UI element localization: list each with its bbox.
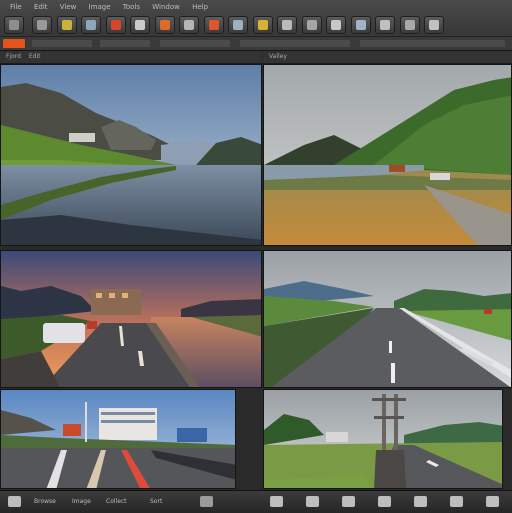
gallery-icon <box>86 20 96 30</box>
tool-buttons <box>0 14 512 36</box>
effects-icon <box>208 20 219 30</box>
option-slot[interactable] <box>360 40 505 47</box>
status-tab-sort[interactable]: Sort <box>150 496 162 507</box>
photo-image <box>1 65 261 245</box>
app-menu-icon <box>9 20 19 30</box>
edit-button[interactable] <box>105 16 126 34</box>
menu-bar: File Edit View Image Tools Window Help <box>0 0 512 14</box>
compare-icon <box>306 20 317 30</box>
fit-icon[interactable] <box>342 496 355 507</box>
compare-button[interactable] <box>301 16 322 34</box>
photo-image <box>1 251 261 387</box>
crop-icon <box>135 20 145 30</box>
menu-image[interactable]: Image <box>89 3 111 11</box>
menu-tools[interactable]: Tools <box>123 3 140 11</box>
option-slot[interactable] <box>100 40 150 47</box>
crop-button[interactable] <box>130 16 150 34</box>
globe-button[interactable] <box>228 16 248 34</box>
photo-power-pole-road[interactable] <box>263 389 503 489</box>
info-icon <box>404 20 415 30</box>
color-button[interactable] <box>154 16 175 34</box>
gallery-button[interactable] <box>81 16 101 34</box>
status-bar: Browse Image Collect Sort <box>0 490 512 513</box>
folder-icon <box>257 20 268 30</box>
flag-icon[interactable] <box>486 496 499 507</box>
status-tab-image[interactable]: Image <box>72 496 91 507</box>
settings-button[interactable] <box>424 16 444 34</box>
color-icon <box>159 20 170 30</box>
panel-header-right: Valley <box>263 51 512 64</box>
info-button[interactable] <box>399 16 420 34</box>
rating-icon[interactable] <box>450 496 463 507</box>
photo-icon[interactable] <box>8 496 21 507</box>
status-tab-browse[interactable]: Browse <box>34 496 56 507</box>
photo-image <box>1 390 235 488</box>
print-icon <box>380 20 390 30</box>
active-mode-indicator[interactable] <box>3 39 25 48</box>
photo-image <box>264 390 502 488</box>
panel-header-left: Fjord Edit <box>0 51 262 64</box>
option-slot[interactable] <box>240 40 350 47</box>
filmstrip-icon[interactable] <box>414 496 427 507</box>
photo-sunset-road[interactable] <box>0 250 262 388</box>
slideshow-icon <box>331 20 341 30</box>
photo-highway-mountains[interactable] <box>263 250 512 388</box>
photo-image <box>264 251 511 387</box>
photo-lake-mountains[interactable] <box>0 64 262 246</box>
zoom-icon[interactable] <box>306 496 319 507</box>
open-button[interactable] <box>32 16 52 34</box>
fullscreen-icon[interactable] <box>378 496 391 507</box>
globe-icon <box>233 20 243 30</box>
grid-icon <box>282 20 292 30</box>
edit-icon <box>110 20 121 30</box>
view-grid-icon[interactable] <box>270 496 283 507</box>
menu-help[interactable]: Help <box>192 3 208 11</box>
menu-file[interactable]: File <box>10 3 22 11</box>
menu-view[interactable]: View <box>60 3 77 11</box>
import-icon <box>61 20 72 30</box>
photo-image <box>264 65 511 245</box>
panel-label: Edit <box>28 53 41 60</box>
effects-button[interactable] <box>203 16 224 34</box>
option-slot[interactable] <box>32 40 92 47</box>
main-toolbar: File Edit View Image Tools Window Help <box>0 0 512 51</box>
photo-valley-field[interactable] <box>263 64 512 246</box>
slideshow-button[interactable] <box>326 16 346 34</box>
photo-harbor-road[interactable] <box>0 389 236 489</box>
menu-edit[interactable]: Edit <box>34 3 48 11</box>
menu-window[interactable]: Window <box>152 3 180 11</box>
panel-label: Fjord <box>6 53 21 60</box>
status-tab-collect[interactable]: Collect <box>106 496 127 507</box>
menu-icon[interactable] <box>200 496 213 507</box>
share-button[interactable] <box>350 16 371 34</box>
import-button[interactable] <box>56 16 77 34</box>
app-menu-button[interactable] <box>4 16 24 34</box>
share-icon <box>355 20 366 30</box>
grid-button[interactable] <box>277 16 297 34</box>
print-button[interactable] <box>375 16 395 34</box>
open-icon <box>37 20 47 30</box>
rotate-icon <box>184 20 194 30</box>
option-slot[interactable] <box>160 40 230 47</box>
folder-button[interactable] <box>252 16 273 34</box>
panel-label: Valley <box>269 53 287 60</box>
rotate-button[interactable] <box>179 16 199 34</box>
settings-icon <box>429 20 439 30</box>
options-bar <box>0 36 512 50</box>
